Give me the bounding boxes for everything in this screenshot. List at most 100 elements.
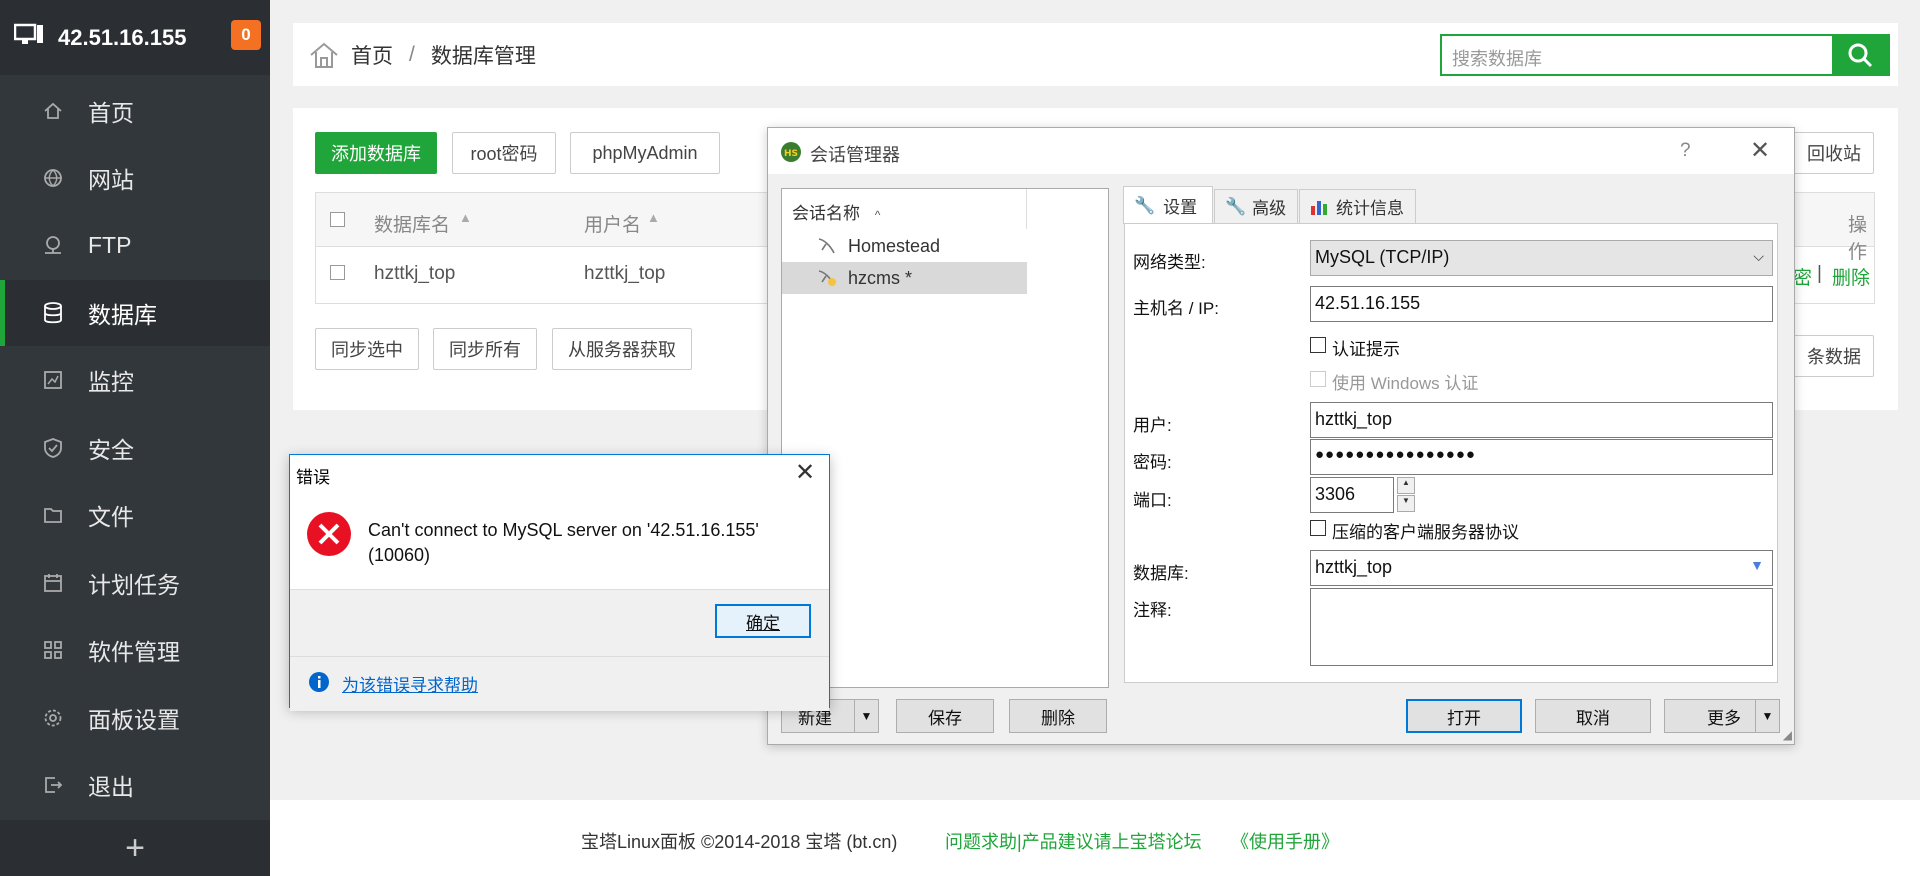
- sidebar-item-ftp[interactable]: FTP: [0, 212, 270, 278]
- tab-statistics[interactable]: 统计信息: [1299, 189, 1416, 223]
- breadcrumb-current: 数据库管理: [430, 44, 536, 68]
- dialog-titlebar: HS 会话管理器 ? ✕: [768, 128, 1794, 174]
- cancel-button[interactable]: 取消: [1535, 699, 1651, 733]
- sort-up-icon[interactable]: ▲: [647, 210, 660, 225]
- delete-button[interactable]: 删除: [1009, 699, 1107, 733]
- calendar-icon: [42, 572, 64, 594]
- sidebar-item-label: 安全: [88, 437, 134, 463]
- host-label: 主机名 / IP:: [1133, 299, 1219, 318]
- tab-settings[interactable]: 🔧 设置: [1123, 186, 1213, 224]
- session-list-header[interactable]: 会话名称 ^: [782, 189, 1027, 229]
- sidebar-item-website[interactable]: 网站: [0, 145, 270, 211]
- session-name: Homestead: [848, 236, 941, 256]
- chevron-down-icon[interactable]: ▼: [1755, 700, 1779, 732]
- sidebar-item-logout[interactable]: 退出: [0, 752, 270, 818]
- fetch-from-server-button[interactable]: 从服务器获取: [552, 328, 692, 370]
- breadcrumb-home[interactable]: 首页: [351, 40, 393, 70]
- sync-all-button[interactable]: 同步所有: [433, 328, 537, 370]
- chevron-down-icon[interactable]: ▼: [854, 700, 878, 732]
- server-icon: [13, 23, 44, 52]
- database-icon: [42, 302, 64, 324]
- sidebar-item-settings[interactable]: 面板设置: [0, 685, 270, 751]
- add-database-button[interactable]: 添加数据库: [315, 132, 437, 174]
- add-button[interactable]: +: [0, 820, 270, 876]
- ok-button[interactable]: 确定: [715, 604, 811, 638]
- svg-text:HS: HS: [784, 149, 798, 159]
- user-input[interactable]: hzttkj_top: [1310, 402, 1773, 438]
- sync-selected-button[interactable]: 同步选中: [315, 328, 419, 370]
- column-header-name[interactable]: 数据库名: [374, 210, 450, 237]
- ok-label: 确定: [746, 613, 780, 633]
- heidisql-logo-icon: HS: [780, 141, 802, 168]
- network-type-label: 网络类型:: [1133, 253, 1206, 272]
- root-password-button[interactable]: root密码: [452, 132, 556, 174]
- tab-label: 高级: [1252, 199, 1287, 218]
- globe-icon: [42, 167, 64, 189]
- search-input[interactable]: 搜索数据库: [1452, 45, 1542, 71]
- database-input[interactable]: hzttkj_top ▼: [1310, 550, 1773, 586]
- notes-textarea[interactable]: [1310, 588, 1773, 666]
- delete-link[interactable]: 删除: [1832, 263, 1870, 290]
- home-icon[interactable]: [309, 41, 339, 69]
- apps-icon: [42, 639, 64, 661]
- tab-advanced[interactable]: 🔧 高级: [1214, 189, 1298, 223]
- gear-icon: [42, 707, 64, 729]
- dropdown-arrow-icon[interactable]: ▼: [1750, 557, 1764, 573]
- column-header-user[interactable]: 用户名: [584, 210, 641, 237]
- footer-forum-link[interactable]: 问题求助|产品建议请上宝塔论坛: [945, 828, 1202, 854]
- help-icon[interactable]: ?: [1680, 140, 1691, 162]
- footer-manual-link[interactable]: 《使用手册》: [1231, 828, 1339, 854]
- error-dialog: 错误 ✕ Can't connect to MySQL server on '4…: [289, 454, 830, 711]
- footer-copyright: 宝塔Linux面板 ©2014-2018 宝塔 (bt.cn): [581, 832, 898, 852]
- divider: [290, 656, 829, 657]
- database-label: 数据库:: [1133, 564, 1189, 583]
- sidebar-item-cron[interactable]: 计划任务: [0, 550, 270, 616]
- sidebar-item-home[interactable]: 首页: [0, 78, 270, 144]
- sidebar-item-monitor[interactable]: 监控: [0, 347, 270, 413]
- op-separator: |: [1817, 263, 1822, 284]
- password-input[interactable]: ●●●●●●●●●●●●●●●●: [1310, 439, 1773, 475]
- sort-up-icon[interactable]: ▲: [459, 210, 472, 225]
- network-type-select[interactable]: MySQL (TCP/IP) ⌵: [1310, 240, 1773, 276]
- resize-grip-icon[interactable]: ◢: [1783, 728, 1792, 742]
- sidebar-item-database[interactable]: 数据库: [0, 280, 270, 346]
- sidebar-item-software[interactable]: 软件管理: [0, 617, 270, 683]
- session-manager-dialog: HS 会话管理器 ? ✕ 会话名称 ^ Homestead hzcms * 🔧 …: [767, 127, 1795, 745]
- host-input[interactable]: 42.51.16.155: [1310, 286, 1773, 322]
- sidebar-item-label: 首页: [88, 100, 134, 126]
- sidebar-item-security[interactable]: 安全: [0, 415, 270, 481]
- notification-badge[interactable]: 0: [231, 20, 261, 50]
- error-help-link[interactable]: 为该错误寻求帮助: [342, 671, 478, 696]
- list-item[interactable]: Homestead: [782, 230, 1027, 262]
- more-button[interactable]: 更多 ▼: [1664, 699, 1780, 733]
- row-checkbox[interactable]: [330, 265, 345, 280]
- error-message: Can't connect to MySQL server on '42.51.…: [368, 520, 759, 565]
- port-input[interactable]: 3306: [1310, 477, 1394, 513]
- sidebar-item-label: 数据库: [88, 302, 157, 328]
- logout-icon: [42, 774, 64, 796]
- compress-checkbox[interactable]: [1310, 520, 1326, 536]
- sidebar-item-files[interactable]: 文件: [0, 482, 270, 548]
- open-button[interactable]: 打开: [1406, 699, 1522, 733]
- select-all-checkbox[interactable]: [330, 212, 345, 227]
- tab-label: 统计信息: [1336, 199, 1404, 218]
- port-increment-button[interactable]: ▲: [1397, 477, 1415, 494]
- port-decrement-button[interactable]: ▼: [1397, 495, 1415, 512]
- ftp-icon: [42, 234, 64, 256]
- sidebar-item-label: 文件: [88, 504, 134, 530]
- list-item[interactable]: hzcms *: [782, 262, 1027, 294]
- database-value: hzttkj_top: [1315, 557, 1393, 577]
- phpmyadmin-button[interactable]: phpMyAdmin: [570, 132, 720, 174]
- windows-auth-label: 使用 Windows 认证: [1332, 374, 1479, 393]
- change-password-link[interactable]: 密: [1793, 263, 1812, 290]
- sort-up-icon: ^: [874, 208, 881, 222]
- sidebar-header: 42.51.16.155 0: [0, 0, 270, 75]
- row-user: hzttkj_top: [584, 263, 666, 284]
- save-button[interactable]: 保存: [896, 699, 994, 733]
- auth-prompt-checkbox[interactable]: [1310, 337, 1326, 353]
- search-icon: [1848, 43, 1873, 68]
- search-button[interactable]: [1832, 36, 1888, 74]
- close-icon[interactable]: ✕: [1750, 136, 1770, 165]
- close-icon[interactable]: ✕: [795, 458, 815, 487]
- footer: 宝塔Linux面板 ©2014-2018 宝塔 (bt.cn) 问题求助|产品建…: [270, 800, 1920, 876]
